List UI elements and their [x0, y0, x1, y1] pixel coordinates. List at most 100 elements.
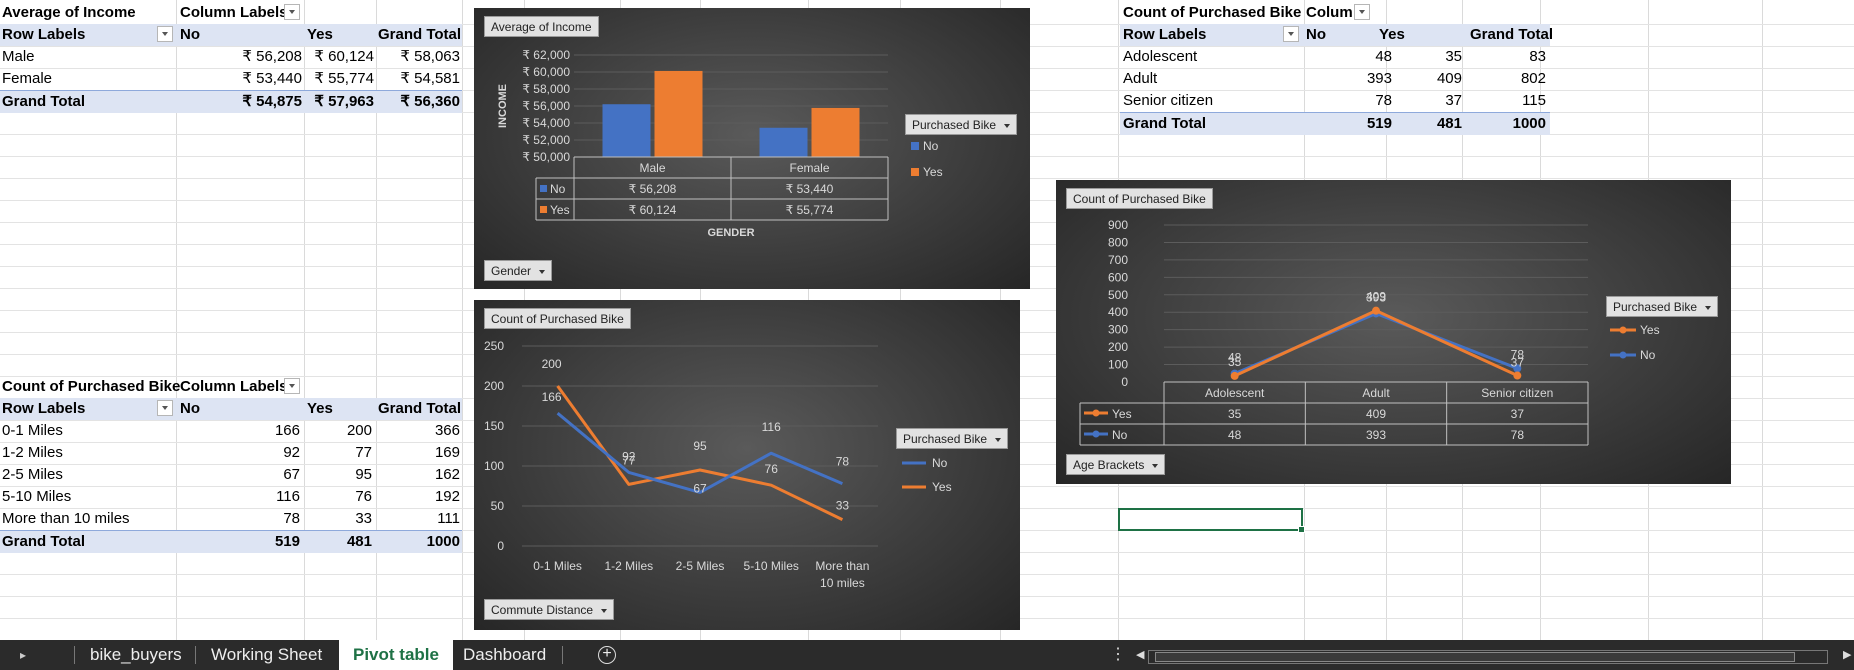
scroll-right-icon[interactable]: ▶: [1843, 648, 1851, 661]
bar-yes: [654, 70, 703, 157]
series-name: No: [550, 182, 566, 196]
grid-column-line: [462, 0, 463, 640]
header-grand-total: Grand Total: [1470, 26, 1554, 43]
chevron-down-icon: [995, 437, 1002, 442]
row-filter-dropdown[interactable]: [1283, 26, 1299, 42]
filter-label: Purchased Bike: [1613, 300, 1698, 314]
tab-separator: [74, 646, 75, 664]
value-total: 1000: [1512, 115, 1546, 132]
category-label: Male: [639, 161, 665, 175]
header-yes: Yes: [307, 26, 333, 43]
y-tick-label: 50: [491, 499, 505, 513]
value-total: 802: [1520, 70, 1546, 87]
row-label: Female: [2, 70, 53, 87]
y-tick-label: ₹ 54,000: [522, 116, 570, 130]
legend-filter-button[interactable]: Purchased Bike: [1606, 296, 1719, 317]
selected-cell[interactable]: [1118, 508, 1305, 533]
column-filter-dropdown[interactable]: [1354, 4, 1370, 20]
x-tick-label: 1-2 Miles: [604, 559, 653, 573]
y-tick-label: ₹ 62,000: [522, 48, 570, 62]
table-row: 2-5 Miles 67 95 162: [0, 464, 462, 486]
legend-yes-marker: [1619, 326, 1627, 334]
commute-line-chart[interactable]: 0 50 100 150 200 250 0-1 Miles 1-2 Miles 2-5 Mil…: [474, 300, 1020, 630]
data-table-value: 35: [1228, 407, 1242, 421]
tab-working-sheet[interactable]: Working Sheet: [197, 640, 336, 670]
bar-no: [759, 127, 808, 157]
income-bar-chart[interactable]: ₹ 50,000 ₹ 52,000 ₹ 54,000 ₹ 56,000 ₹ 58,000…: [474, 8, 1030, 289]
row-label: Senior citizen: [1123, 92, 1214, 109]
data-point-yes: [1513, 371, 1522, 380]
table-row: 5-10 Miles 116 76 192: [0, 486, 462, 508]
legend-key-no: [540, 185, 547, 192]
table-row: Female ₹ 53,440 ₹ 55,774 ₹ 54,581: [0, 68, 462, 90]
commute-filter-button[interactable]: Commute Distance: [484, 599, 615, 620]
category-label: Female: [789, 161, 829, 175]
legend-filter-button[interactable]: Purchased Bike: [896, 428, 1009, 449]
chart-title-button[interactable]: Count of Purchased Bike: [484, 308, 631, 329]
value-yes: 95: [355, 466, 372, 483]
gender-filter-button[interactable]: Gender: [484, 260, 553, 281]
value-yes: 77: [355, 444, 372, 461]
chart-title-button[interactable]: Average of Income: [484, 16, 599, 37]
y-tick-label: 400: [1108, 305, 1128, 319]
table-row: Male ₹ 56,208 ₹ 60,124 ₹ 58,063: [0, 46, 462, 68]
data-label: 78: [836, 455, 850, 469]
scroll-left-icon[interactable]: ◀: [1136, 648, 1144, 661]
row-filter-dropdown[interactable]: [157, 26, 173, 42]
sheet-nav-arrow-icon[interactable]: ▸: [20, 640, 40, 670]
grid-column-line: [1762, 0, 1763, 640]
header-no: No: [1306, 26, 1326, 43]
value-total: 162: [434, 466, 460, 483]
age-filter-button[interactable]: Age Brackets: [1066, 454, 1166, 475]
x-tick-label: 0-1 Miles: [533, 559, 582, 573]
value-no: 78: [283, 510, 300, 527]
tab-dashboard[interactable]: Dashboard: [449, 640, 560, 670]
add-sheet-icon[interactable]: +: [598, 646, 616, 664]
tab-bike-buyers[interactable]: bike_buyers: [76, 640, 196, 670]
tab-pivot-table[interactable]: Pivot table: [339, 640, 453, 670]
age-line-chart[interactable]: 0 100 200 300 400 500 600 700 800 900 Adolescent Ad…: [1056, 180, 1731, 484]
data-table-value: ₹ 60,124: [629, 203, 677, 217]
horizontal-scrollbar[interactable]: [1148, 650, 1828, 664]
value-yes: 409: [1436, 70, 1462, 87]
column-filter-dropdown[interactable]: [284, 4, 300, 20]
table-row: Adult 393 409 802: [1120, 68, 1550, 90]
age-chart-svg: 0 100 200 300 400 500 600 700 800 900 Adolescent Ad…: [1079, 218, 1660, 446]
data-label: 393: [1366, 290, 1386, 304]
grand-total-row: Grand Total 519 481 1000: [0, 530, 462, 553]
chart-title-button[interactable]: Count of Purchased Bike: [1066, 188, 1213, 209]
more-options-icon[interactable]: ⋮: [1110, 640, 1126, 670]
y-tick-label: 600: [1108, 270, 1128, 284]
category-label: Adolescent: [1205, 386, 1265, 400]
header-no: No: [180, 26, 200, 43]
row-label: Male: [2, 48, 35, 65]
table-row: 0-1 Miles 166 200 366: [0, 420, 462, 442]
chevron-down-icon: [1705, 305, 1712, 310]
legend-filter-button[interactable]: Purchased Bike: [905, 114, 1018, 135]
value-total: ₹ 56,360: [400, 93, 460, 110]
scrollbar-thumb[interactable]: [1155, 652, 1795, 662]
series-name: No: [1112, 428, 1128, 442]
x-tick-label: 5-10 Miles: [744, 559, 799, 573]
data-label: 77: [622, 453, 636, 467]
data-point-yes: [1230, 371, 1239, 380]
pivot-title: Average of Income: [2, 4, 136, 21]
row-filter-dropdown[interactable]: [157, 400, 173, 416]
value-yes: 481: [346, 533, 372, 550]
legend-key-marker: [1092, 430, 1100, 438]
table-row: More than 10 miles 78 33 111: [0, 508, 462, 530]
column-labels: Colum: [1306, 4, 1353, 21]
legend-label: No: [932, 456, 948, 470]
value-yes: ₹ 55,774: [314, 70, 374, 87]
series-name: Yes: [550, 203, 570, 217]
x-axis-label: GENDER: [707, 227, 754, 239]
y-tick-label: 500: [1108, 288, 1128, 302]
y-tick-label: ₹ 60,000: [522, 65, 570, 79]
series-line-yes: [1234, 309, 1518, 378]
data-label: 200: [542, 357, 562, 371]
series-name: Yes: [1112, 407, 1132, 421]
value-yes: 35: [1445, 48, 1462, 65]
table-row: 1-2 Miles 92 77 169: [0, 442, 462, 464]
value-yes: 200: [346, 422, 372, 439]
column-filter-dropdown[interactable]: [284, 378, 300, 394]
